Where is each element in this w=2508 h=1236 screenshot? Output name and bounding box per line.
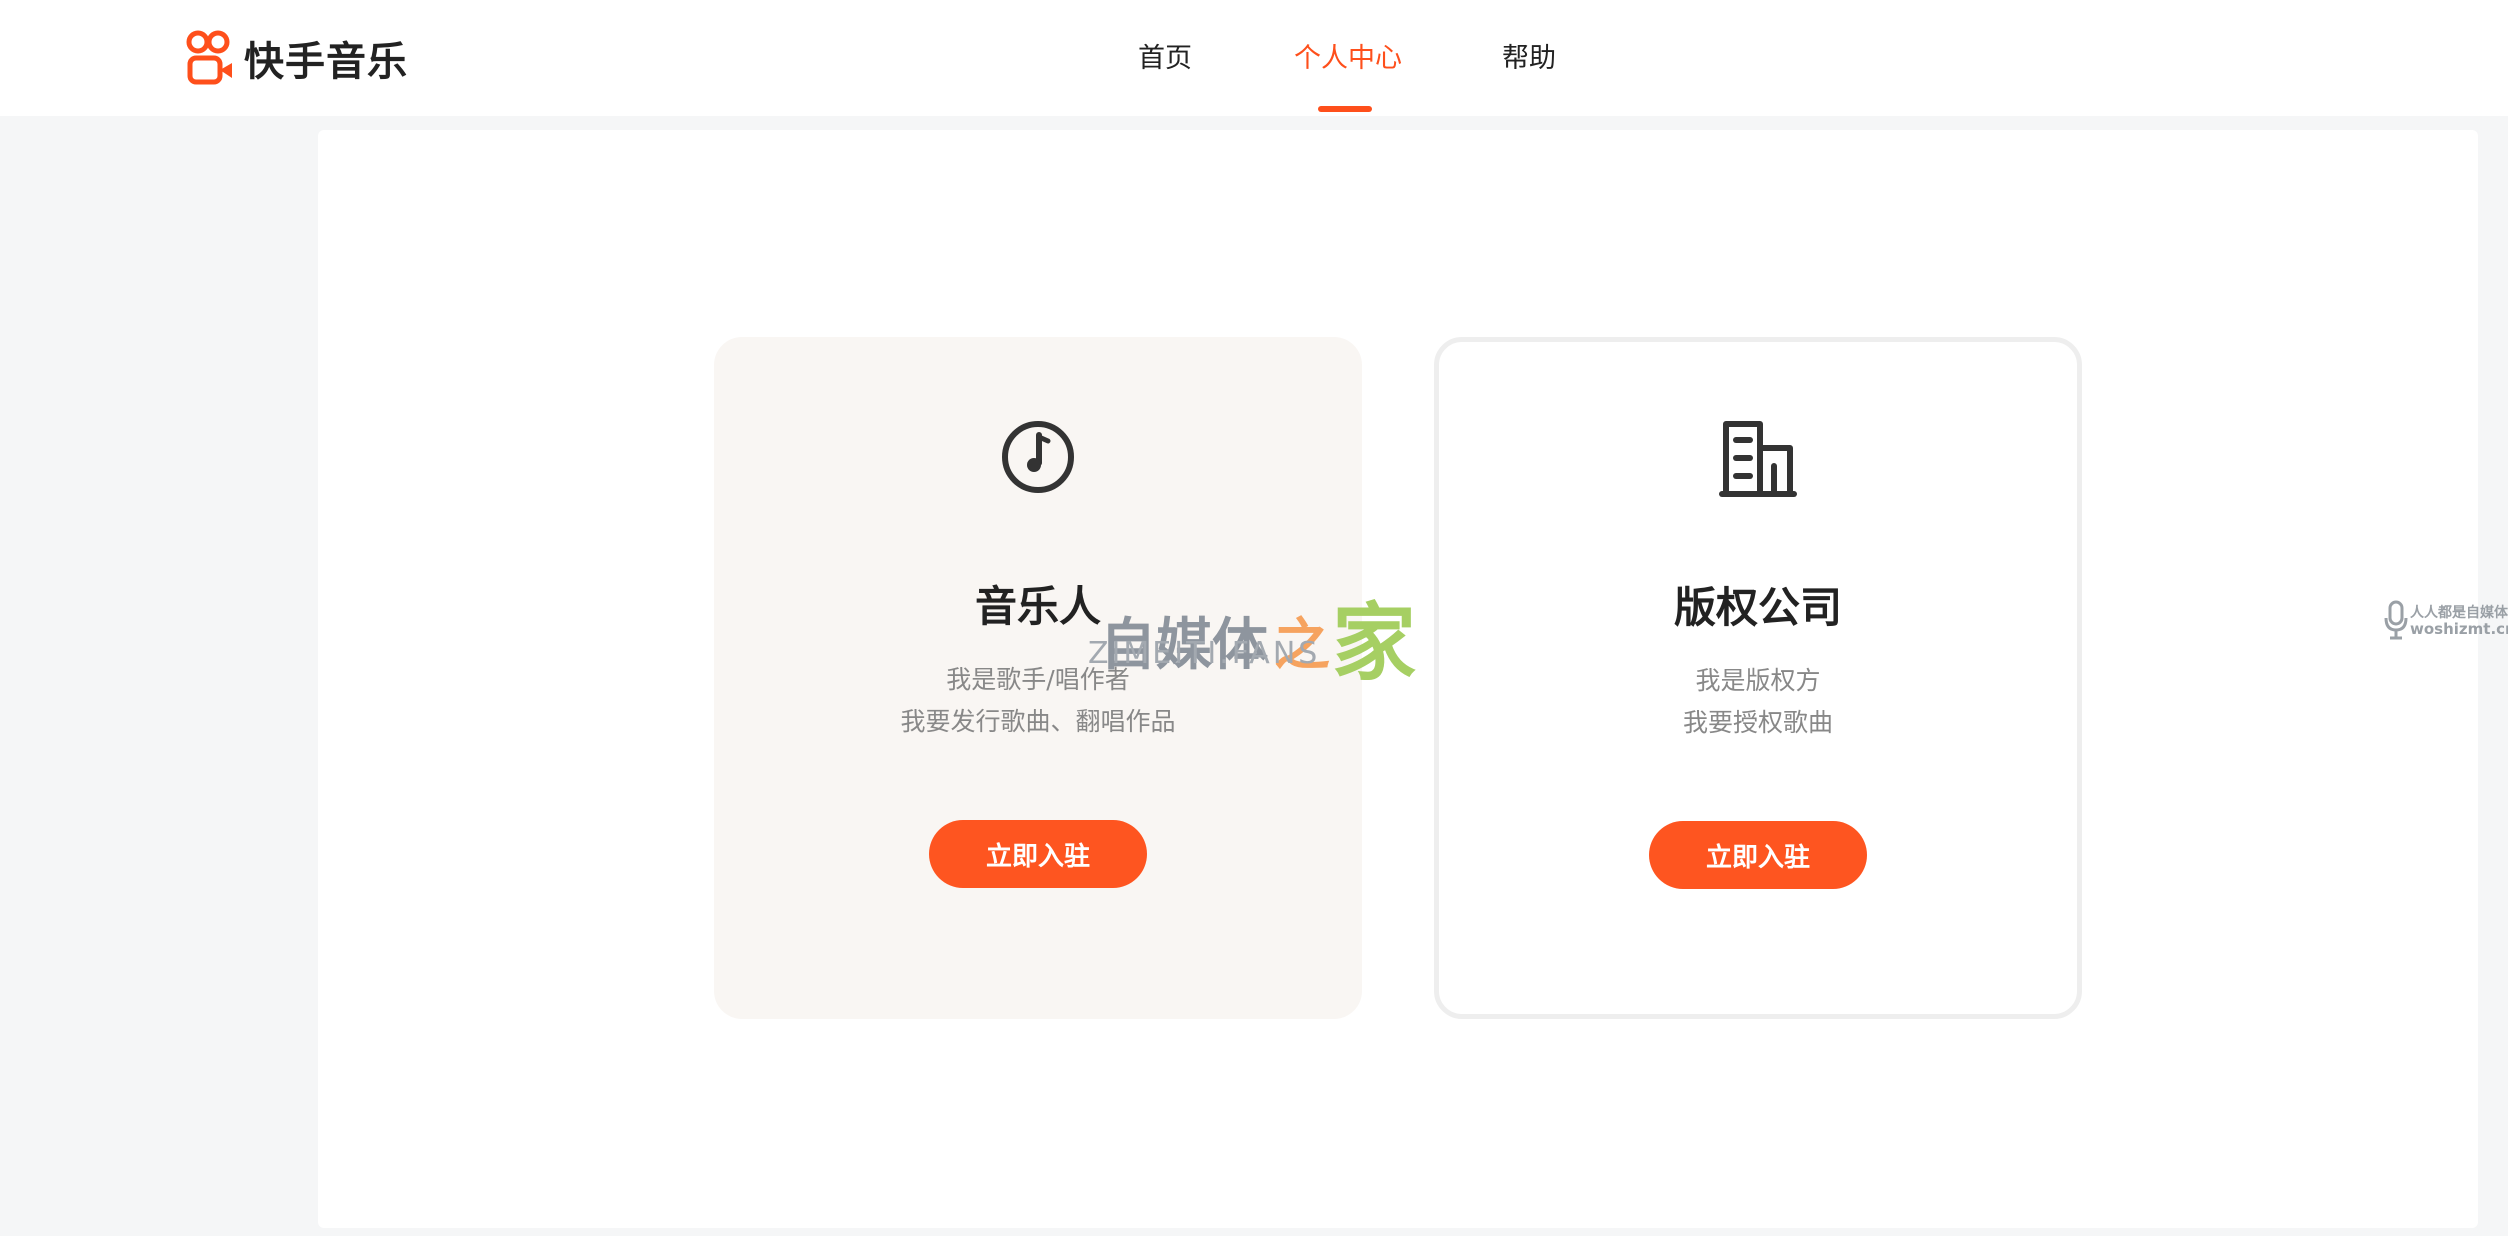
- nav-item-home[interactable]: 首页: [1138, 36, 1192, 75]
- nav-item-personal-center[interactable]: 个人中心: [1294, 36, 1402, 75]
- top-header: 快手音乐 首页 个人中心 帮助: [0, 0, 2508, 116]
- nav-item-help[interactable]: 帮助: [1502, 36, 1556, 75]
- join-now-button-copyright[interactable]: 立即入驻: [1649, 821, 1867, 889]
- kuaishou-logo-icon: [186, 30, 232, 85]
- card-title: 音乐人: [974, 582, 1101, 631]
- main-panel: 音乐人 我是歌手/唱作者 我要发行歌曲、翻唱作品 立即入驻 版权公司 我是版权方…: [318, 130, 2478, 1228]
- card-desc-line2: 我要发行歌曲、翻唱作品: [900, 707, 1176, 736]
- brand-logo[interactable]: 快手音乐: [186, 28, 408, 88]
- music-disc-icon: [1002, 421, 1074, 493]
- nav-active-indicator: [1318, 106, 1372, 112]
- card-copyright-company[interactable]: 版权公司 我是版权方 我要授权歌曲 立即入驻: [1434, 337, 2082, 1019]
- brand-name: 快手音乐: [244, 39, 408, 85]
- card-musician[interactable]: 音乐人 我是歌手/唱作者 我要发行歌曲、翻唱作品 立即入驻: [714, 337, 1362, 1019]
- building-icon: [1719, 421, 1797, 497]
- card-desc-line1: 我是歌手/唱作者: [946, 665, 1130, 694]
- join-now-button-musician[interactable]: 立即入驻: [929, 820, 1147, 888]
- card-title: 版权公司: [1673, 583, 1842, 632]
- card-desc-line2: 我要授权歌曲: [1682, 708, 1833, 737]
- card-desc-line1: 我是版权方: [1695, 666, 1821, 695]
